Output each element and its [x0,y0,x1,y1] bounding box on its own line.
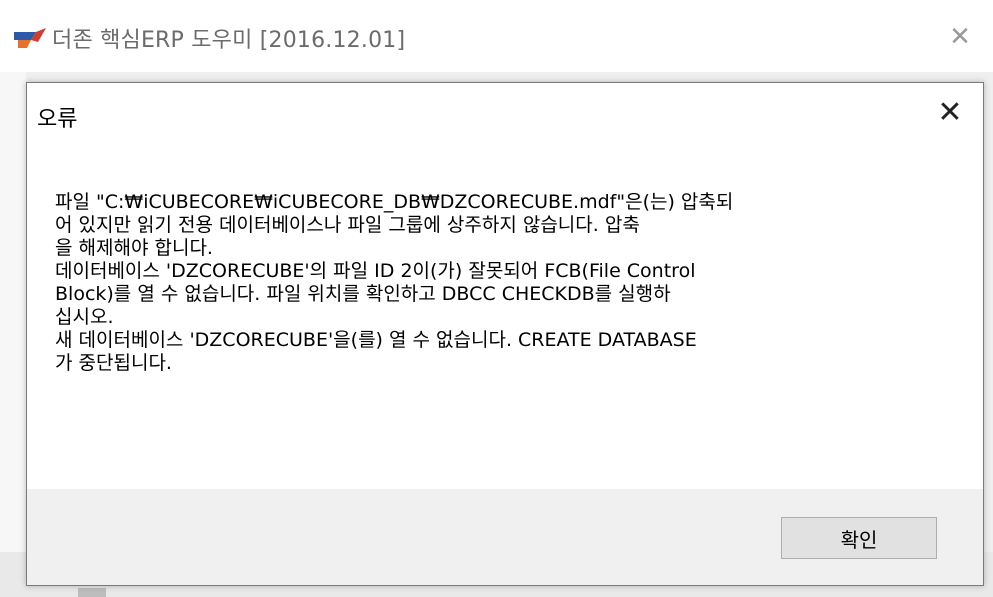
dialog-footer: 확인 [27,489,983,585]
error-dialog: 오류 ✕ 파일 "C:₩iCUBECORE₩iCUBECORE_DB₩DZCOR… [26,82,984,586]
message-line: 어 있지만 읽기 전용 데이터베이스나 파일 그룹에 상주하지 않습니다. 압축 [55,214,640,236]
message-line: Block)를 열 수 없습니다. 파일 위치를 확인하고 DBCC CHECK… [55,283,671,305]
app-side-panel [0,72,26,552]
message-line: 가 중단됩니다. [55,352,172,374]
dialog-title: 오류 [37,107,78,132]
app-bottom-element [78,588,106,597]
message-line: 을 해제해야 합니다. [55,237,213,259]
message-line: 데이터베이스 'DZCORECUBE'의 파일 ID 2이(가) 잘못되어 FC… [55,260,696,282]
error-message: 파일 "C:₩iCUBECORE₩iCUBECORE_DB₩DZCORECUBE… [55,191,935,375]
ok-button[interactable]: 확인 [781,517,937,559]
dialog-close-icon[interactable]: ✕ [927,91,973,135]
message-line: 십시오. [55,306,114,328]
close-icon[interactable]: ✕ [940,22,980,52]
message-line: 새 데이터베이스 'DZCORECUBE'을(를) 열 수 없습니다. CREA… [55,329,697,351]
app-title: 더존 핵심ERP 도우미 [2016.12.01] [52,28,406,53]
app-titlebar: 더존 핵심ERP 도우미 [2016.12.01] ✕ [0,0,993,72]
app-logo-icon [14,28,46,48]
message-line: 파일 "C:₩iCUBECORE₩iCUBECORE_DB₩DZCORECUBE… [55,191,734,213]
